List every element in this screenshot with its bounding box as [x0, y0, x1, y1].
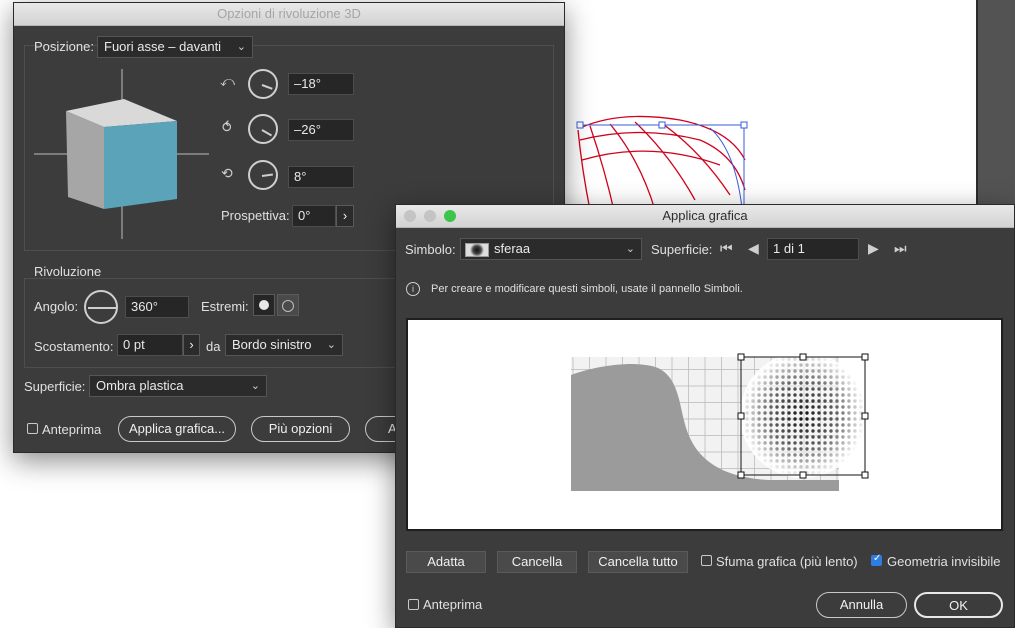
cap-off-button[interactable] [277, 294, 299, 316]
chevron-down-icon: ⌄ [236, 41, 246, 53]
cap-on-button[interactable] [253, 294, 275, 316]
map-art-preview-label: Anteprima [423, 597, 483, 612]
previous-surface-icon[interactable]: ◀ [748, 240, 759, 257]
wireframe-sphere-preview [576, 115, 748, 216]
position-label: Posizione: [34, 39, 94, 54]
shade-artwork-label: Sfuma grafica (più lento) [716, 554, 858, 569]
first-surface-icon[interactable]: ⏮ [720, 240, 733, 257]
angle-field[interactable]: 360° [125, 296, 189, 318]
rotate-z-dial[interactable] [248, 160, 278, 190]
offset-stepper-button[interactable]: › [183, 334, 200, 356]
clear-button[interactable]: Cancella [497, 551, 577, 573]
more-options-button[interactable]: Più opzioni [251, 416, 350, 442]
revolve-dialog-titlebar: Opzioni di rivoluzione 3D [14, 3, 564, 26]
cap-off-icon [282, 300, 294, 312]
revolve-preview-label: Anteprima [42, 422, 102, 437]
rotate-z-axis-icon: ⟲ [221, 165, 233, 181]
zoom-window-icon[interactable] [444, 210, 456, 222]
next-surface-icon[interactable]: ▶ [868, 240, 879, 257]
offset-field[interactable]: 0 pt [117, 334, 183, 356]
position-dropdown-value: Fuori asse – davanti [104, 39, 222, 54]
chevron-down-icon: ⌄ [625, 243, 635, 255]
info-text: Per creare e modificare questi simboli, … [431, 283, 743, 295]
invisible-geometry-label: Geometria invisibile [887, 554, 1001, 569]
surface-label: Superficie: [24, 379, 86, 394]
rotate-y-field[interactable]: –26° [288, 119, 354, 141]
symbol-thumbnail-icon [465, 242, 489, 257]
clear-all-button[interactable]: Cancella tutto [588, 551, 688, 573]
rotate-x-axis-icon: ⤺ [220, 73, 235, 89]
map-art-titlebar: Applica grafica [396, 205, 1014, 228]
ok-button[interactable]: OK [914, 592, 1003, 618]
cancel-button[interactable]: Annulla [816, 592, 907, 618]
cap-on-icon [259, 300, 269, 310]
perspective-stepper-button[interactable]: › [336, 205, 354, 227]
surface-nav-label: Superficie: [651, 242, 713, 257]
symbol-dropdown[interactable]: sferaa ⌄ [460, 238, 642, 260]
perspective-label: Prospettiva: [221, 208, 290, 223]
angle-dial[interactable] [84, 290, 118, 324]
offset-label: Scostamento: [34, 339, 114, 354]
caps-label: Estremi: [201, 299, 249, 314]
symbol-dropdown-value: sferaa [494, 241, 531, 256]
rotate-z-field[interactable]: 8° [288, 166, 354, 188]
revolve-preview-checkbox[interactable] [27, 423, 38, 434]
symbol-label: Simbolo: [405, 242, 456, 257]
surface-map-preview [571, 352, 869, 491]
chevron-down-icon: ⌄ [326, 339, 336, 351]
close-window-icon[interactable] [404, 210, 416, 222]
map-art-button[interactable]: Applica grafica... [118, 416, 236, 442]
surface-dropdown-value: Ombra plastica [96, 378, 184, 393]
from-dropdown[interactable]: Bordo sinistro ⌄ [225, 334, 343, 356]
perspective-field[interactable]: 0° [292, 205, 336, 227]
revolve-section-label: Rivoluzione [34, 264, 102, 279]
cube-left-face [66, 111, 104, 209]
from-dropdown-value: Bordo sinistro [232, 337, 312, 352]
map-art-preview-checkbox[interactable] [408, 599, 419, 610]
info-icon: i [406, 282, 420, 296]
from-label: da [206, 339, 221, 354]
minimize-window-icon[interactable] [424, 210, 436, 222]
chevron-down-icon: ⌄ [250, 380, 260, 392]
checkmark-icon: ✓ [873, 553, 882, 564]
map-art-title: Applica grafica [662, 208, 748, 223]
shade-artwork-checkbox[interactable] [701, 555, 712, 566]
revolve-dialog-title: Opzioni di rivoluzione 3D [217, 6, 361, 21]
rotate-y-axis-icon: ⥀ [222, 119, 232, 135]
surface-dropdown[interactable]: Ombra plastica ⌄ [89, 375, 267, 397]
map-art-preview-panel[interactable] [406, 318, 1003, 531]
fit-button[interactable]: Adatta [406, 551, 486, 573]
invisible-geometry-checkbox[interactable]: ✓ [871, 553, 882, 566]
rotate-y-dial[interactable] [248, 114, 278, 144]
surface-counter-field[interactable]: 1 di 1 [767, 238, 859, 260]
position-dropdown[interactable]: Fuori asse – davanti ⌄ [97, 36, 253, 58]
angle-label: Angolo: [34, 299, 79, 314]
map-art-dialog: Applica grafica Simbolo: sferaa ⌄ Superf… [395, 204, 1015, 628]
rotate-x-dial[interactable] [248, 69, 278, 99]
rotate-x-field[interactable]: –18° [288, 73, 354, 95]
cube-front-face [104, 121, 177, 209]
rotation-cube-track[interactable] [34, 69, 209, 239]
last-surface-icon[interactable]: ⏭ [894, 240, 907, 257]
